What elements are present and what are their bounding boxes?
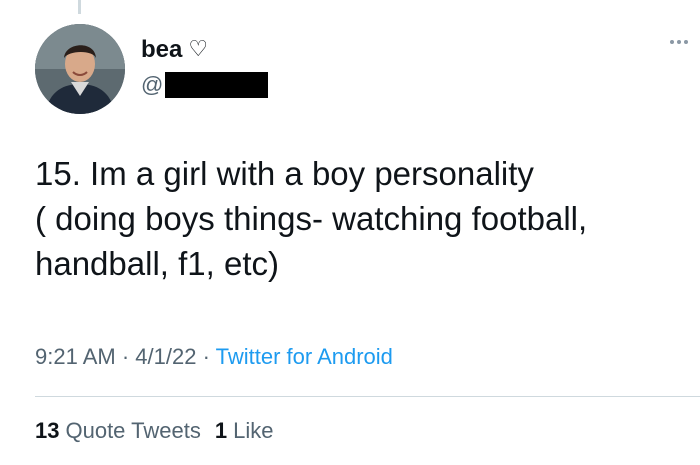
author-handle[interactable]: @ [141, 72, 269, 98]
likes-count: 1 [214, 418, 228, 443]
heart-outline-icon: ♡ [188, 37, 209, 62]
quote-tweets-count: 13 [35, 418, 60, 443]
meta-separator: · [196, 344, 216, 369]
avatar[interactable] [35, 24, 125, 114]
thread-line [78, 0, 81, 14]
tweet-date[interactable]: 4/1/22 [135, 344, 196, 369]
tweet-text: 15. Im a girl with a boy personality ( d… [35, 155, 588, 282]
quote-tweets-label: Quote Tweets [65, 418, 201, 443]
handle-prefix: @ [141, 72, 164, 97]
display-name[interactable]: bea [141, 36, 182, 64]
redacted-handle [165, 72, 269, 98]
quote-tweets-stat[interactable]: 13 Quote Tweets [35, 417, 201, 445]
meta-separator: · [115, 344, 136, 369]
tweet-source-link[interactable]: Twitter for Android [216, 344, 393, 369]
avatar-photo [35, 24, 125, 114]
tweet-time[interactable]: 9:21 AM [35, 344, 116, 369]
tweet-meta: 9:21 AM · 4/1/22 · Twitter for Android [35, 343, 393, 371]
more-options-icon[interactable] [670, 40, 688, 44]
author-name-row[interactable]: bea ♡ [141, 36, 208, 64]
likes-label: Like [233, 418, 274, 443]
tweet-stats: 13 Quote Tweets 1 Like [35, 417, 273, 445]
tweet-card: bea ♡ @ 15. Im a girl with a boy persona… [0, 0, 700, 465]
likes-stat[interactable]: 1 Like [215, 417, 274, 445]
divider [35, 396, 700, 397]
